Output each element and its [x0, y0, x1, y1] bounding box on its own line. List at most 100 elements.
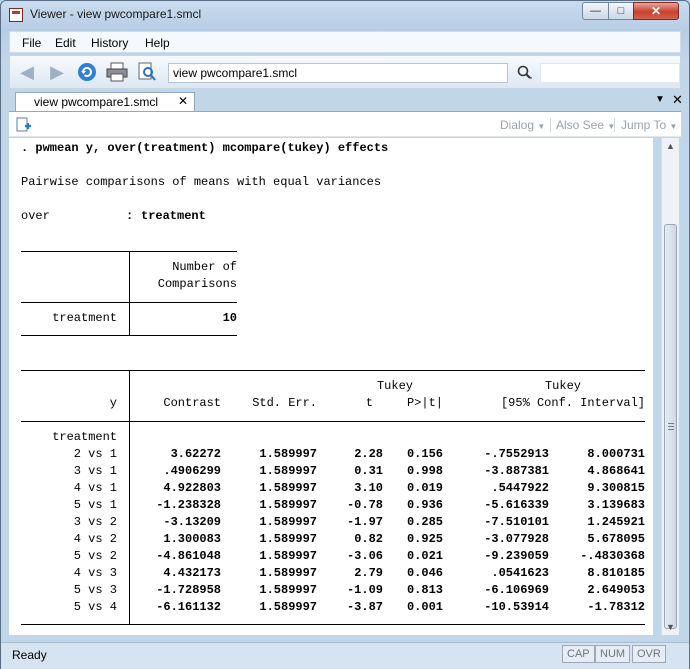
print-icon[interactable] [106, 62, 128, 82]
status-text: Ready [12, 648, 47, 662]
comparisons-header-1: Number of [172, 260, 237, 274]
table-cell-hi: 4.868641 [587, 464, 645, 478]
table-cell-t: -3.87 [346, 600, 383, 614]
table-cell-contrast: -4.861048 [156, 549, 221, 563]
table-cell-hi: 5.678095 [587, 532, 645, 546]
dialog-menu[interactable]: Dialog ▼ [500, 118, 545, 132]
table-cell-lo: -5.616339 [484, 498, 549, 512]
tab-list-dropdown-icon[interactable]: ▼ [655, 94, 665, 105]
maximize-icon: □ [617, 5, 625, 17]
table-cell-lo: -3.887381 [484, 464, 549, 478]
comparisons-row-label: treatment [52, 311, 117, 325]
table-cell-p: 0.285 [406, 515, 443, 529]
table-cell-t: 2.28 [354, 447, 383, 461]
table-cell-contrast: -1.238328 [156, 498, 221, 512]
over-label: over [21, 209, 50, 223]
comparisons-row-value: 10 [222, 311, 237, 325]
table-cell-p: 0.046 [406, 566, 443, 580]
menu-bar: File Edit History Help [9, 31, 681, 53]
scroll-down-icon[interactable]: ▼ [666, 622, 675, 632]
table-cell-se: 1.589997 [259, 515, 317, 529]
maximize-button[interactable]: □ [608, 2, 634, 20]
table-cell-lo: .5447922 [491, 481, 549, 495]
comparisons-header-2: Comparisons [157, 277, 237, 291]
search-document-icon[interactable] [136, 62, 158, 82]
table-cell-p: 0.936 [406, 498, 443, 512]
table-cell-contrast: -6.161132 [156, 600, 221, 614]
table-cell-p: 0.001 [406, 600, 443, 614]
overwrite-indicator: OVR [632, 645, 666, 663]
table-cell-label: 5 vs 2 [73, 549, 117, 563]
table-cell-label: 3 vs 1 [73, 464, 117, 478]
table-cell-se: 1.589997 [259, 600, 317, 614]
table-cell-se: 1.589997 [259, 549, 317, 563]
viewer-content: . pwmean y, over(treatment) mcompare(tuk… [9, 138, 653, 635]
forward-arrow-icon[interactable]: ▶ [46, 62, 68, 82]
close-window-button[interactable]: ✕ [633, 2, 679, 20]
jump-to-menu[interactable]: Jump To ▼ [621, 118, 677, 132]
table-cell-hi: 9.300815 [587, 481, 645, 495]
scroll-thumb[interactable] [664, 224, 677, 629]
minimize-button[interactable]: — [582, 2, 609, 20]
tab-close-icon[interactable]: ✕ [178, 94, 188, 108]
table-cell-label: 5 vs 1 [73, 498, 117, 512]
table-cell-hi: 8.000731 [587, 447, 645, 461]
table-cell-lo: -.7552913 [484, 447, 549, 461]
also-see-menu[interactable]: Also See ▼ [556, 118, 615, 132]
caps-lock-indicator: CAP [562, 645, 595, 663]
table-cell-label: 3 vs 2 [73, 515, 117, 529]
chevron-down-icon: ▼ [669, 122, 678, 131]
table-cell-lo: .0541623 [491, 566, 549, 580]
table-cell-se: 1.589997 [259, 481, 317, 495]
menu-edit[interactable]: Edit [55, 36, 76, 50]
tab-strip: view pwcompare1.smcl ✕ ▼ ✕ [9, 90, 683, 111]
address-input[interactable]: view pwcompare1.smcl [168, 63, 508, 83]
menu-history[interactable]: History [91, 36, 128, 50]
vertical-scrollbar[interactable]: ▲ ▼ [661, 138, 679, 635]
table-cell-label: 5 vs 4 [73, 600, 117, 614]
stata-app-icon [9, 8, 23, 22]
table-cell-p: 0.925 [406, 532, 443, 546]
scroll-up-icon[interactable]: ▲ [666, 141, 675, 151]
new-viewer-icon[interactable] [16, 117, 32, 133]
table-rule [21, 421, 645, 422]
table-cell-p: 0.813 [406, 583, 443, 597]
title-bar: Viewer - view pwcompare1.smcl — □ ✕ [1, 1, 689, 29]
table-cell-se: 1.589997 [259, 583, 317, 597]
table-cell-hi: 2.649053 [587, 583, 645, 597]
table-cell-se: 1.589997 [259, 566, 317, 580]
find-icon[interactable] [515, 64, 535, 82]
menu-file[interactable]: File [22, 36, 41, 50]
table-cell-contrast: 4.922803 [163, 481, 221, 495]
table-cell-contrast: 4.432173 [163, 566, 221, 580]
table-cell-contrast: .4906299 [163, 464, 221, 478]
table-cell-label: 2 vs 1 [73, 447, 117, 461]
col-header-t: t [365, 396, 373, 410]
num-lock-indicator: NUM [595, 645, 631, 663]
tab-view-pwcompare1[interactable]: view pwcompare1.smcl ✕ [15, 92, 195, 111]
table-cell-t: 3.10 [354, 481, 383, 495]
table-cell-label: 4 vs 2 [73, 532, 117, 546]
refresh-icon[interactable] [76, 62, 98, 82]
table-rule [21, 302, 237, 303]
table-cell-hi: 3.139683 [587, 498, 645, 512]
table-cell-lo: -10.53914 [484, 600, 549, 614]
table-cell-lo: -6.106969 [484, 583, 549, 597]
find-input[interactable] [540, 63, 680, 83]
close-tab-icon[interactable]: ✕ [672, 92, 683, 108]
table-cell-contrast: -1.728958 [156, 583, 221, 597]
col-header-stderr: Std. Err. [252, 396, 317, 410]
back-arrow-icon[interactable]: ◀ [16, 62, 38, 82]
table-cell-t: 0.31 [354, 464, 383, 478]
separator [614, 118, 615, 132]
tab-label: view pwcompare1.smcl [34, 95, 159, 109]
table-cell-p: 0.156 [406, 447, 443, 461]
viewer-window: Viewer - view pwcompare1.smcl — □ ✕ File… [0, 0, 690, 669]
table-divider [129, 251, 130, 336]
table-cell-t: -1.97 [346, 515, 383, 529]
menu-help[interactable]: Help [145, 36, 170, 50]
grip [668, 426, 674, 427]
col-header-ci: [95% Conf. Interval] [500, 396, 645, 410]
table-cell-hi: 1.245921 [587, 515, 645, 529]
also-see-label: Also See [556, 118, 605, 132]
